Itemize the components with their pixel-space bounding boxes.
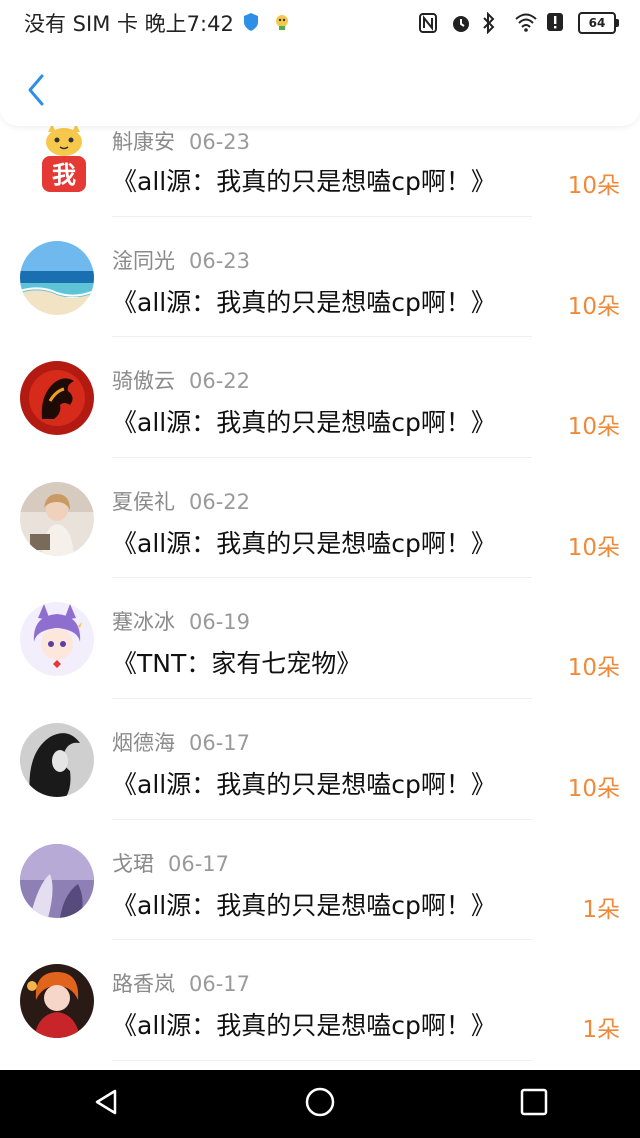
list-item[interactable]: 路香岚 06-17 《all源：我真的只是想嗑cp啊！》 1朵 xyxy=(0,940,640,1061)
name-line: 路香岚 06-17 xyxy=(112,968,250,998)
avatar xyxy=(20,481,94,556)
book-title: 《all源：我真的只是想嗑cp啊！》 xyxy=(112,769,496,799)
divider xyxy=(112,1059,532,1061)
book-title: 《all源：我真的只是想嗑cp啊！》 xyxy=(112,1011,496,1041)
date: 06-17 xyxy=(168,851,230,876)
header: 没有 SIM 卡 晚上7:42 64 xyxy=(0,0,640,126)
name-line: 淦同光 06-23 xyxy=(112,245,250,275)
system-nav-bar xyxy=(0,1070,640,1138)
avatar-badge-text: 我 xyxy=(52,161,76,189)
book-title: 《all源：我真的只是想嗑cp啊！》 xyxy=(112,167,496,196)
name-line: 蹇冰冰 06-19 xyxy=(112,606,250,636)
list-item[interactable]: 蹇冰冰 06-19 《TNT：家有七宠物》 10朵 xyxy=(0,578,640,699)
flower-amount: 1朵 xyxy=(582,896,620,923)
nfc-icon xyxy=(418,12,440,34)
flower-amount: 10朵 xyxy=(567,414,620,441)
date: 06-19 xyxy=(189,610,251,635)
avatar xyxy=(20,361,94,436)
name-line: 斛康安 06-23 xyxy=(112,126,250,156)
name-line: 戈珺 06-17 xyxy=(112,848,229,878)
list-item[interactable]: 淦同光 06-23 《all源：我真的只是想嗑cp啊！》 10朵 xyxy=(0,217,640,338)
date: 06-17 xyxy=(189,730,251,755)
user-name: 烟德海 xyxy=(112,730,175,755)
avatar: 我 xyxy=(32,122,96,196)
status-bar: 没有 SIM 卡 晚上7:42 64 xyxy=(0,0,640,46)
nav-home-button[interactable] xyxy=(304,1086,336,1122)
flower-amount: 10朵 xyxy=(567,173,620,199)
avatar xyxy=(20,843,94,918)
date: 06-22 xyxy=(189,489,251,514)
nav-recents-button[interactable] xyxy=(519,1087,549,1121)
user-name: 骑傲云 xyxy=(112,369,175,394)
user-name: 夏侯礼 xyxy=(112,489,175,514)
flower-amount: 10朵 xyxy=(567,655,620,682)
back-button[interactable] xyxy=(18,70,54,110)
alarm-icon xyxy=(450,12,472,34)
user-name: 淦同光 xyxy=(112,248,175,273)
nav-back-button[interactable] xyxy=(91,1087,121,1121)
flower-amount: 1朵 xyxy=(582,1017,620,1044)
book-title: 《all源：我真的只是想嗑cp啊！》 xyxy=(112,528,496,558)
gift-list: 我 斛康安 06-23 《all源：我真的只是想嗑cp啊！》 10朵 淦同光 06-… xyxy=(0,96,640,1061)
avatar xyxy=(20,602,94,677)
bluetooth-icon xyxy=(482,11,504,35)
user-name: 路香岚 xyxy=(112,972,175,997)
status-left: 没有 SIM 卡 晚上7:42 xyxy=(24,8,294,38)
app-notification-icon xyxy=(272,12,294,34)
chevron-left-icon xyxy=(28,74,44,106)
triangle-back-icon xyxy=(96,1089,117,1115)
date: 06-22 xyxy=(189,369,251,394)
name-line: 夏侯礼 06-22 xyxy=(112,486,250,516)
date: 06-23 xyxy=(189,248,251,273)
list-item[interactable]: 烟德海 06-17 《all源：我真的只是想嗑cp啊！》 10朵 xyxy=(0,699,640,820)
date: 06-23 xyxy=(189,130,251,154)
avatar xyxy=(20,240,94,315)
avatar xyxy=(20,722,94,797)
circle-home-icon xyxy=(305,1087,335,1117)
flower-amount: 10朵 xyxy=(567,293,620,320)
date: 06-17 xyxy=(189,972,251,997)
wifi-icon xyxy=(514,12,537,34)
list-item[interactable]: 骑傲云 06-22 《all源：我真的只是想嗑cp啊！》 10朵 xyxy=(0,337,640,458)
flower-amount: 10朵 xyxy=(567,534,620,561)
book-title: 《all源：我真的只是想嗑cp啊！》 xyxy=(112,408,496,438)
status-right: 64 xyxy=(418,11,619,35)
user-name: 斛康安 xyxy=(112,130,175,154)
battery-icon: 64 xyxy=(578,12,619,34)
name-line: 烟德海 06-17 xyxy=(112,727,250,757)
book-title: 《all源：我真的只是想嗑cp啊！》 xyxy=(112,287,496,317)
list-item[interactable]: 夏侯礼 06-22 《all源：我真的只是想嗑cp啊！》 10朵 xyxy=(0,458,640,579)
book-title: 《all源：我真的只是想嗑cp啊！》 xyxy=(112,890,496,920)
avatar xyxy=(20,964,94,1039)
flower-amount: 10朵 xyxy=(567,775,620,802)
square-recents-icon xyxy=(520,1088,547,1116)
shield-icon xyxy=(242,12,264,34)
name-line: 骑傲云 06-22 xyxy=(112,365,250,395)
user-name: 蹇冰冰 xyxy=(112,610,175,635)
list-item[interactable]: 戈珺 06-17 《all源：我真的只是想嗑cp啊！》 1朵 xyxy=(0,820,640,941)
book-title: 《TNT：家有七宠物》 xyxy=(112,649,362,679)
alert-icon xyxy=(546,12,568,34)
carrier-time: 没有 SIM 卡 晚上7:42 xyxy=(24,12,234,36)
user-name: 戈珺 xyxy=(112,851,154,876)
